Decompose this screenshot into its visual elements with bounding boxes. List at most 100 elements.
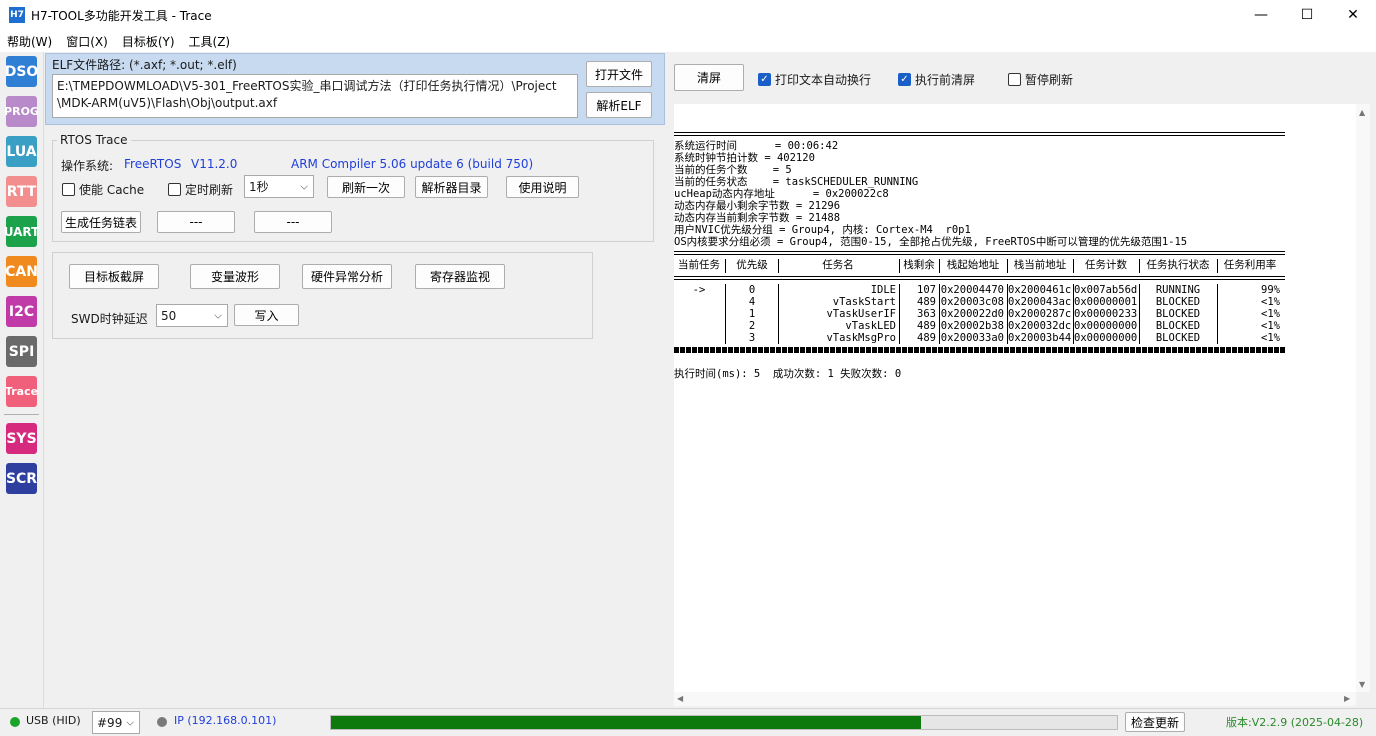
table-cell: vTaskStart xyxy=(832,296,896,308)
table-cell: <1% xyxy=(1261,308,1280,320)
trace-console[interactable]: 系统运行时间 = 00:06:42 系统时钟节拍计数 = 402120 当前的任务个… xyxy=(674,104,1356,692)
timed-refresh-label: 定时刷新 xyxy=(185,183,234,197)
table-cell: 3 xyxy=(748,332,756,344)
table-cell: 0x2000287c xyxy=(1008,308,1072,320)
module-dso-button[interactable]: DSO xyxy=(5,56,38,87)
menu-tools[interactable]: 工具(Z) xyxy=(182,33,238,50)
module-scr-button[interactable]: SCR xyxy=(6,463,37,494)
checkbox-box xyxy=(1008,73,1021,86)
hard-fault-analysis-button[interactable]: 硬件异常分析 xyxy=(302,264,392,289)
module-prog-button[interactable]: PROG xyxy=(4,96,39,127)
horizontal-scrollbar[interactable]: ◀ ▶ xyxy=(674,692,1356,706)
version-label: 版本:V2.2.9 (2025-04-28) xyxy=(1226,716,1364,729)
close-button[interactable]: ✕ xyxy=(1330,0,1376,30)
console-separator xyxy=(674,132,1285,136)
table-divider xyxy=(725,259,726,273)
open-file-button[interactable]: 打开文件 xyxy=(586,61,652,87)
refresh-interval-select[interactable]: 1秒 ⌵ xyxy=(244,175,314,198)
module-can-button[interactable]: CAN xyxy=(5,256,38,287)
scroll-left-icon[interactable]: ◀ xyxy=(677,694,683,703)
info-line: OS内核要求分组必须 = Group4, 范围0-15, 全部抢占优先级, Fr… xyxy=(674,236,1188,248)
maximize-button[interactable]: ☐ xyxy=(1284,0,1330,30)
menu-help[interactable]: 帮助(W) xyxy=(0,33,59,50)
variable-waveform-button[interactable]: 变量波形 xyxy=(190,264,280,289)
checkbox-box xyxy=(168,183,181,196)
table-cell: 0x007ab56d xyxy=(1074,284,1138,296)
auto-wrap-label: 打印文本自动换行 xyxy=(775,73,872,87)
status-bar: USB (HID) #99 ⌵ IP (192.168.0.101) 检查更新 … xyxy=(0,708,1376,736)
parse-elf-button[interactable]: 解析ELF xyxy=(586,92,652,118)
info-line: 当前的任务状态 = taskSCHEDULER_RUNNING xyxy=(674,176,919,188)
table-cell: -> xyxy=(692,284,706,296)
device-select[interactable]: #99 ⌵ xyxy=(92,711,140,734)
check-update-button[interactable]: 检查更新 xyxy=(1125,712,1185,732)
checkbox-box xyxy=(62,183,75,196)
table-header: 栈剩余 xyxy=(903,259,935,271)
refresh-once-button[interactable]: 刷新一次 xyxy=(327,176,405,198)
menu-window[interactable]: 窗口(X) xyxy=(59,33,115,50)
table-cell: 107 xyxy=(917,284,936,296)
progress-fill xyxy=(331,716,921,729)
target-screenshot-button[interactable]: 目标板截屏 xyxy=(69,264,159,289)
vertical-scrollbar[interactable]: ▲ ▼ xyxy=(1356,104,1370,692)
usb-status-label: USB (HID) xyxy=(26,714,81,727)
module-spi-button[interactable]: SPI xyxy=(6,336,37,367)
pause-refresh-checkbox[interactable]: 暂停刷新 xyxy=(1008,71,1073,88)
table-cell: vTaskLED xyxy=(845,320,896,332)
table-cell: BLOCKED xyxy=(1155,332,1201,344)
info-line: 用户NVIC优先级分组 = Group4, 内核: Cortex-M4 r0p1 xyxy=(674,224,971,236)
auto-wrap-checkbox[interactable]: ✓ 打印文本自动换行 xyxy=(758,71,871,88)
elf-panel: ELF文件路径: (*.axf; *.out; *.elf) E:\TMEPDO… xyxy=(45,53,665,125)
timed-refresh-checkbox[interactable]: 定时刷新 xyxy=(168,181,233,198)
module-rtt-button[interactable]: RTT xyxy=(6,176,37,207)
minimize-button[interactable]: — xyxy=(1238,0,1284,30)
elf-path-field[interactable]: E:\TMEPDOWMLOAD\V5-301_FreeRTOS实验_串口调试方法… xyxy=(52,74,578,118)
os-label: 操作系统: xyxy=(61,159,114,173)
table-cell: vTaskMsgPro xyxy=(826,332,896,344)
menu-target[interactable]: 目标板(Y) xyxy=(115,33,182,50)
refresh-interval-value: 1秒 xyxy=(249,180,269,194)
rtos-trace-title: RTOS Trace xyxy=(57,133,131,147)
enable-cache-checkbox[interactable]: 使能 Cache xyxy=(62,181,144,198)
enable-cache-label: 使能 Cache xyxy=(79,183,145,197)
module-trace-button[interactable]: Trace xyxy=(5,376,38,407)
clear-screen-button[interactable]: 清屏 xyxy=(674,64,744,91)
table-divider xyxy=(1139,259,1140,273)
table-header: 栈起始地址 xyxy=(946,259,1000,271)
menu-bar: 帮助(W) 窗口(X) 目标板(Y) 工具(Z) xyxy=(0,30,1376,52)
os-name: FreeRTOS xyxy=(124,157,182,171)
swd-delay-label: SWD时钟延迟 xyxy=(71,312,148,326)
scroll-up-icon[interactable]: ▲ xyxy=(1359,108,1365,117)
table-divider xyxy=(778,259,779,273)
checkmark-icon: ✓ xyxy=(898,73,911,86)
window-controls: — ☐ ✕ xyxy=(1238,0,1376,30)
table-divider xyxy=(899,259,900,273)
table-cell: 0x20004470 xyxy=(940,284,1004,296)
table-cell: BLOCKED xyxy=(1155,296,1201,308)
module-sys-button[interactable]: SYS xyxy=(6,423,37,454)
table-header: 任务利用率 xyxy=(1223,259,1277,271)
table-header: 任务执行状态 xyxy=(1146,259,1210,271)
table-cell: 363 xyxy=(917,308,936,320)
clear-before-run-checkbox[interactable]: ✓ 执行前清屏 xyxy=(898,71,975,88)
blank-button-2[interactable]: --- xyxy=(254,211,332,233)
app-icon: H7 xyxy=(9,7,25,23)
scroll-down-icon[interactable]: ▼ xyxy=(1359,680,1365,689)
gen-task-list-button[interactable]: 生成任务链表 xyxy=(61,211,141,233)
swd-delay-select[interactable]: 50 ⌵ xyxy=(156,304,228,327)
blank-button-1[interactable]: --- xyxy=(157,211,235,233)
module-i2c-button[interactable]: I2C xyxy=(6,296,37,327)
module-uart-button[interactable]: UART xyxy=(4,216,39,247)
table-cell: 489 xyxy=(917,296,936,308)
register-monitor-button[interactable]: 寄存器监视 xyxy=(415,264,505,289)
parser-dir-button[interactable]: 解析器目录 xyxy=(415,176,488,198)
module-lua-button[interactable]: LUA xyxy=(6,136,37,167)
write-button[interactable]: 写入 xyxy=(234,304,299,326)
table-cell: IDLE xyxy=(870,284,896,296)
table-cell: <1% xyxy=(1261,320,1280,332)
table-cell: RUNNING xyxy=(1155,284,1201,296)
table-cell: 0x200043ac xyxy=(1008,296,1072,308)
usage-button[interactable]: 使用说明 xyxy=(506,176,579,198)
scroll-right-icon[interactable]: ▶ xyxy=(1344,694,1350,703)
info-line: 系统时钟节拍计数 = 402120 xyxy=(674,152,815,164)
